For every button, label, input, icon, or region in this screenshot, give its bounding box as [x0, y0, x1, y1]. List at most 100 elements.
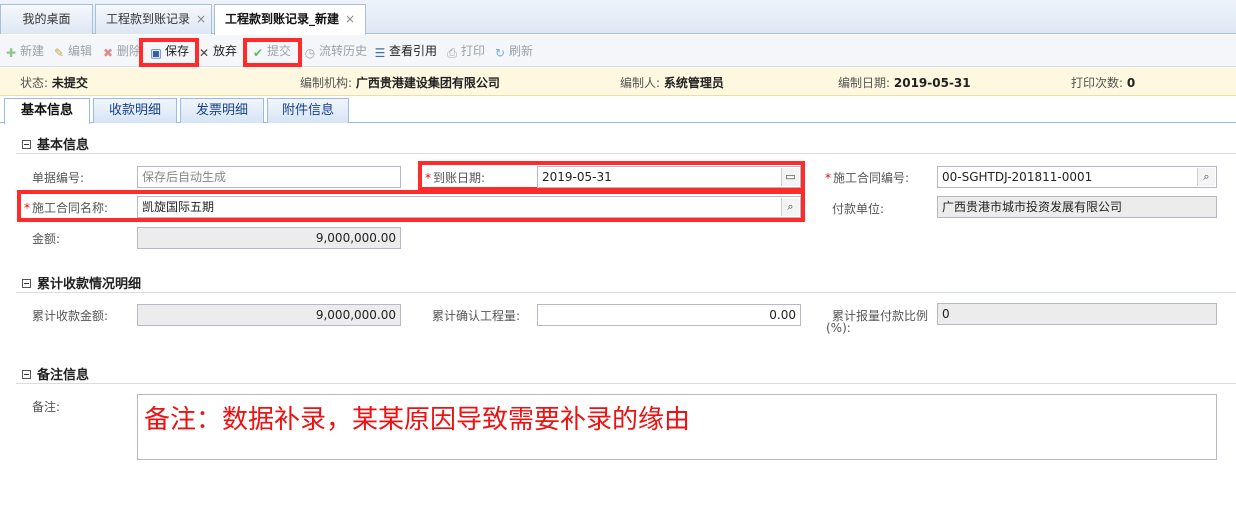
- calendar-icon[interactable]: ▭: [781, 168, 799, 186]
- discard-label: 放弃: [213, 44, 238, 58]
- section-divider: [16, 383, 1236, 384]
- contract-name-value: 凯旋国际五期: [142, 200, 215, 214]
- view-reference-button[interactable]: ☰ 查看引用: [373, 42, 437, 60]
- discard-button[interactable]: ✕ 放弃: [197, 42, 237, 60]
- contract-name-label-wrap: * 施工合同名称:: [24, 199, 108, 216]
- tab-payment-records-label: 工程款到账记录: [106, 12, 191, 26]
- edit-label: 编辑: [68, 44, 93, 58]
- tab-payment-records-new[interactable]: 工程款到账记录_新建 ×: [214, 4, 366, 35]
- required-marker: *: [24, 201, 30, 215]
- top-tab-strip: 我的桌面 工程款到账记录 × 工程款到账记录_新建 ×: [0, 0, 1236, 35]
- doc-no-field[interactable]: 保存后自动生成: [137, 166, 401, 188]
- search-icon[interactable]: ⌕: [781, 198, 799, 216]
- payer-field[interactable]: 广西贵港市城市投资发展有限公司: [937, 196, 1217, 218]
- author-info: 编制人: 系统管理员: [620, 74, 724, 91]
- flow-history-label: 流转历史: [319, 44, 368, 58]
- contract-name-label: 施工合同名称:: [32, 201, 109, 215]
- edit-button[interactable]: ✎ 编辑: [52, 42, 92, 60]
- refresh-label: 刷新: [509, 44, 534, 58]
- remark-label: 备注:: [32, 400, 61, 414]
- ratio-label-line2: (%):: [826, 321, 851, 335]
- arrival-date-value: 2019-05-31: [542, 170, 612, 184]
- required-marker: *: [425, 171, 431, 185]
- print-count-value: 0: [1126, 76, 1136, 90]
- required-marker: *: [825, 171, 831, 185]
- search-icon[interactable]: ⌕: [1197, 168, 1215, 186]
- print-count-info: 打印次数: 0: [1071, 74, 1135, 91]
- remark-textarea[interactable]: 备注：数据补录，某某原因导致需要补录的缘由: [137, 394, 1217, 460]
- contract-no-label: 施工合同编号:: [833, 171, 910, 185]
- form-tab-strip: 基本信息 收款明细 发票明细 附件信息: [0, 96, 1236, 124]
- print-label: 打印: [461, 44, 486, 58]
- tab-desktop-label: 我的桌面: [22, 12, 71, 26]
- state-info: 状态: 未提交: [20, 74, 88, 91]
- new-label: 新建: [20, 44, 45, 58]
- tab-invoice-details[interactable]: 发票明细: [180, 98, 264, 123]
- save-highlight-box: [139, 38, 199, 67]
- confirmed-field[interactable]: 0.00: [537, 304, 801, 326]
- close-icon[interactable]: ×: [196, 12, 206, 26]
- state-label: 状态:: [20, 76, 49, 90]
- date-info: 编制日期: 2019-05-31: [838, 74, 971, 91]
- section-cumulative-title: 累计收款情况明细: [37, 277, 142, 292]
- refresh-button[interactable]: ↻ 刷新: [493, 42, 533, 60]
- discard-icon: ✕: [198, 46, 210, 60]
- delete-icon: ✖: [102, 46, 114, 60]
- delete-button[interactable]: ✖ 删除: [101, 42, 141, 60]
- tab-payment-records[interactable]: 工程款到账记录 ×: [95, 4, 212, 34]
- tab-attachments[interactable]: 附件信息: [267, 98, 349, 123]
- contract-no-value: 00-SGHTDJ-201811-0001: [942, 170, 1093, 184]
- payer-label: 付款单位:: [832, 202, 885, 216]
- author-label: 编制人:: [620, 76, 661, 90]
- collapse-icon[interactable]: [22, 370, 31, 379]
- org-label: 编制机构:: [300, 76, 353, 90]
- contract-no-label-wrap: * 施工合同编号:: [825, 169, 909, 186]
- arrival-date-field[interactable]: 2019-05-31 ▭: [537, 166, 801, 188]
- new-button[interactable]: ✚ 新建: [4, 42, 44, 60]
- collapse-icon[interactable]: [22, 279, 31, 288]
- amount-label: 金额:: [32, 232, 61, 246]
- section-remark-title: 备注信息: [37, 368, 90, 383]
- contract-name-field[interactable]: 凯旋国际五期 ⌕: [137, 196, 801, 218]
- state-value: 未提交: [51, 76, 88, 90]
- tab-receipt-details[interactable]: 收款明细: [93, 98, 177, 123]
- doc-no-label: 单据编号:: [32, 171, 85, 185]
- print-icon: ⎙: [447, 46, 457, 60]
- date-value: 2019-05-31: [893, 76, 971, 90]
- section-basic-info[interactable]: 基本信息: [22, 134, 89, 153]
- amount-field[interactable]: 9,000,000.00: [137, 227, 401, 249]
- org-info: 编制机构: 广西贵港建设集团有限公司: [300, 74, 500, 91]
- arrival-date-label-wrap: * 到账日期:: [425, 169, 485, 186]
- submit-highlight-box: [243, 38, 302, 67]
- section-divider: [16, 153, 1236, 154]
- received-field[interactable]: 9,000,000.00: [137, 304, 401, 326]
- section-remark[interactable]: 备注信息: [22, 364, 89, 383]
- section-basic-info-title: 基本信息: [37, 138, 90, 153]
- delete-label: 删除: [117, 44, 142, 58]
- view-reference-label: 查看引用: [389, 44, 438, 58]
- date-label: 编制日期:: [838, 76, 891, 90]
- list-icon: ☰: [374, 46, 386, 60]
- refresh-icon: ↻: [494, 46, 506, 60]
- history-icon: ◷: [304, 46, 316, 60]
- tab-basic-info[interactable]: 基本信息: [4, 98, 90, 124]
- confirmed-label: 累计确认工程量:: [432, 309, 521, 323]
- print-button[interactable]: ⎙ 打印: [445, 42, 485, 60]
- arrival-date-label: 到账日期:: [433, 171, 486, 185]
- author-value: 系统管理员: [663, 76, 724, 90]
- contract-no-field[interactable]: 00-SGHTDJ-201811-0001 ⌕: [937, 166, 1217, 188]
- flow-history-button[interactable]: ◷ 流转历史: [303, 42, 367, 60]
- collapse-icon[interactable]: [22, 140, 31, 149]
- ratio-field[interactable]: 0: [937, 303, 1217, 325]
- status-bar: 状态: 未提交 编制机构: 广西贵港建设集团有限公司 编制人: 系统管理员 编制…: [0, 68, 1236, 96]
- close-icon[interactable]: ×: [345, 12, 355, 26]
- section-divider: [16, 292, 1236, 293]
- edit-icon: ✎: [53, 46, 65, 60]
- org-value: 广西贵港建设集团有限公司: [355, 76, 500, 90]
- section-cumulative[interactable]: 累计收款情况明细: [22, 273, 141, 292]
- tab-payment-records-new-label: 工程款到账记录_新建: [225, 12, 340, 26]
- tab-desktop[interactable]: 我的桌面: [0, 4, 93, 34]
- received-label: 累计收款金额:: [32, 309, 109, 323]
- add-icon: ✚: [5, 46, 17, 60]
- print-count-label: 打印次数:: [1071, 76, 1124, 90]
